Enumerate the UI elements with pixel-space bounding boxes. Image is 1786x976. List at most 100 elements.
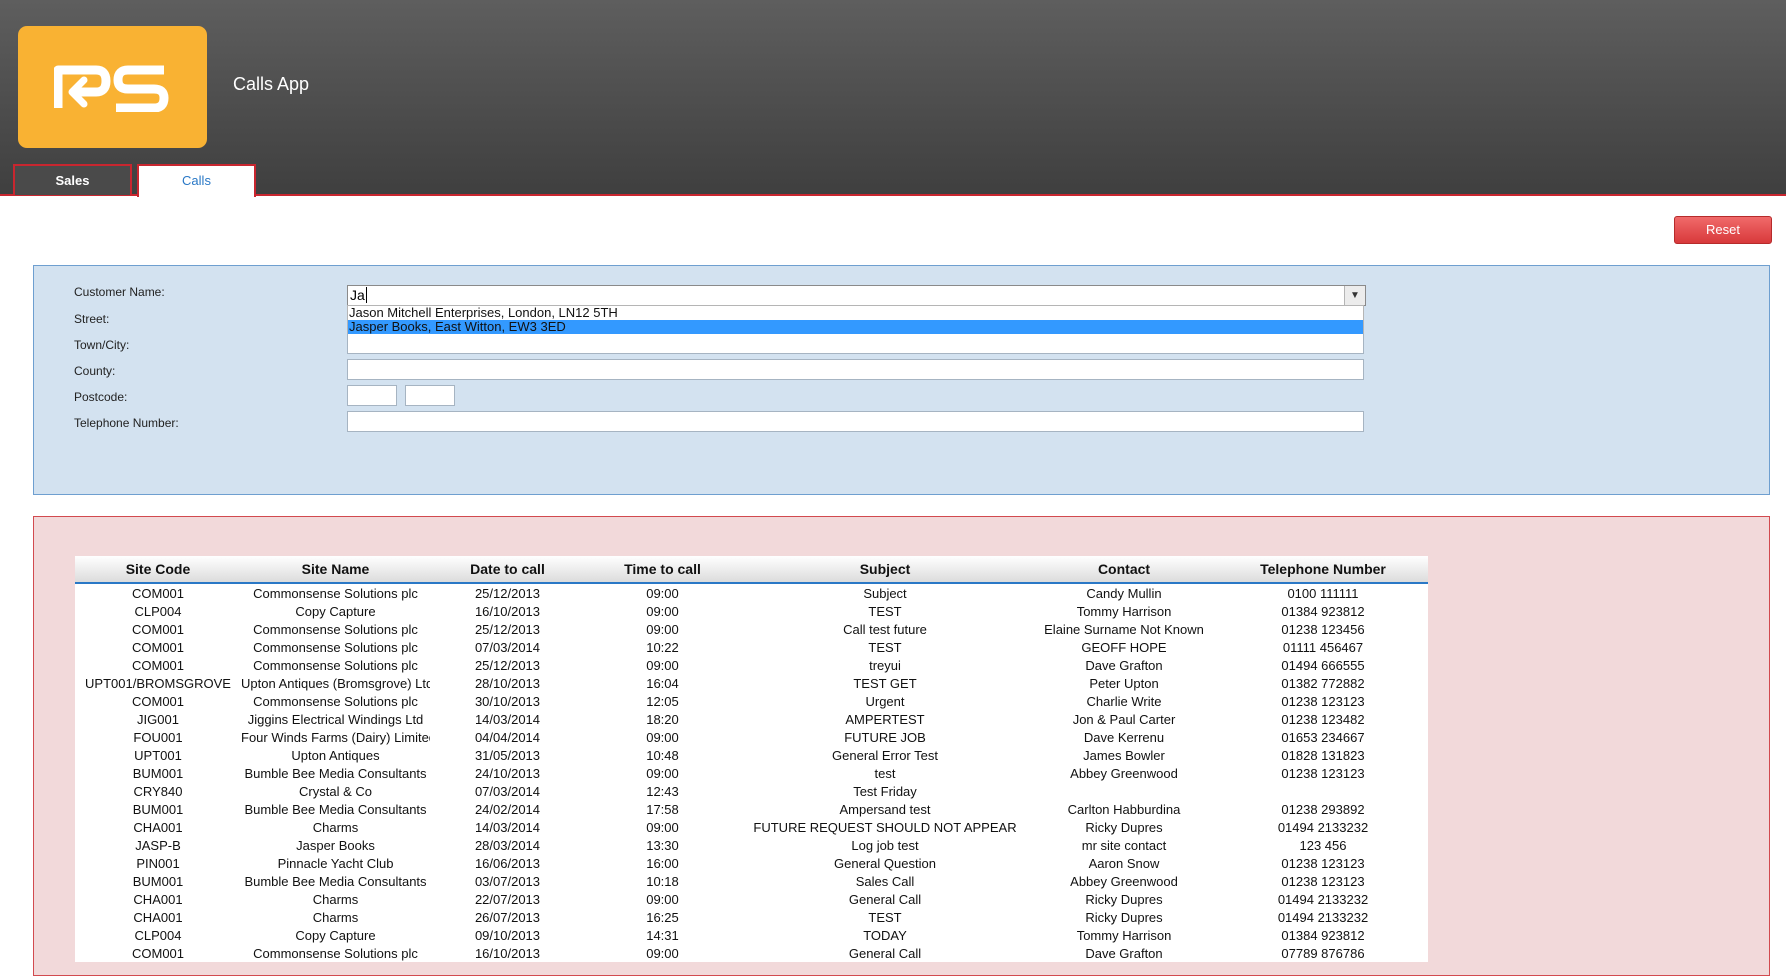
cell-subject: Log job test: [851, 837, 919, 853]
cell-date-to-call: 14/03/2014: [474, 711, 541, 727]
ps-logo: [18, 26, 207, 148]
cell-site-code: BUM001: [132, 765, 184, 781]
cell-time-to-call: 16:00: [646, 855, 679, 871]
cell-site-code: UPT001/BROMSGROVE: [85, 675, 231, 691]
county-input[interactable]: [347, 359, 1364, 380]
cell-site-code: JASP-B: [135, 837, 181, 853]
cell-site-code: CLP004: [134, 927, 182, 943]
cell-time-to-call: 10:48: [646, 747, 679, 763]
table-row[interactable]: CHA001 Charms 22/07/2013 09:00 General Call R…: [75, 890, 1428, 908]
cell-contact: GEOFF HOPE: [1081, 639, 1167, 655]
postcode-part1-input[interactable]: [347, 385, 397, 406]
dropdown-arrow-icon[interactable]: ▼: [1344, 286, 1365, 305]
tab-calls[interactable]: Calls: [137, 164, 256, 197]
table-row[interactable]: BUM001 Bumble Bee Media Consultants 03/07/…: [75, 872, 1428, 890]
cell-contact: James Bowler: [1083, 747, 1165, 763]
customer-name-value: Ja: [350, 287, 365, 303]
cell-site-code: CHA001: [133, 819, 183, 835]
dropdown-option-selected[interactable]: Jasper Books, East Witton, EW3 3ED: [348, 320, 1363, 334]
table-row[interactable]: COM001 Commonsense Solutions plc 25/12/201…: [75, 620, 1428, 638]
cell-contact: Charlie Write: [1086, 693, 1162, 709]
cell-time-to-call: 18:20: [646, 711, 679, 727]
reset-button[interactable]: Reset: [1674, 216, 1772, 244]
cell-telephone-number: 01384 923812: [1281, 603, 1365, 619]
column-header-telephone-number[interactable]: Telephone Number: [1218, 556, 1428, 584]
table-row[interactable]: COM001 Commonsense Solutions plc 16/10/201…: [75, 944, 1428, 962]
table-row[interactable]: FOU001 Four Winds Farms (Dairy) Limited 04…: [75, 728, 1428, 746]
cell-time-to-call: 12:43: [646, 783, 679, 799]
telephone-number-input[interactable]: [347, 411, 1364, 432]
cell-time-to-call: 10:22: [646, 639, 679, 655]
column-header-site-name[interactable]: Site Name: [241, 556, 430, 584]
cell-subject: General Call: [848, 945, 922, 961]
cell-subject: FUTURE REQUEST SHOULD NOT APPEAR: [753, 819, 1017, 835]
customer-suggestions-dropdown: Jason Mitchell Enterprises, London, LN12…: [347, 305, 1364, 334]
table-row[interactable]: COM001 Commonsense Solutions plc 25/12/201…: [75, 583, 1428, 602]
cell-subject: General Error Test: [832, 747, 938, 763]
cell-time-to-call: 12:05: [646, 693, 679, 709]
cell-contact: Dave Kerrenu: [1083, 729, 1165, 745]
table-row[interactable]: CLP004 Copy Capture 09/10/2013 14:31 TODAY To…: [75, 926, 1428, 944]
table-row[interactable]: COM001 Commonsense Solutions plc 30/10/201…: [75, 692, 1428, 710]
table-row[interactable]: CLP004 Copy Capture 16/10/2013 09:00 TEST Tom…: [75, 602, 1428, 620]
table-row[interactable]: JASP-B Jasper Books 28/03/2014 13:30 Log job…: [75, 836, 1428, 854]
town-city-input[interactable]: [347, 333, 1364, 354]
table-row[interactable]: COM001 Commonsense Solutions plc 07/03/201…: [75, 638, 1428, 656]
cell-telephone-number: 01238 123482: [1281, 711, 1365, 727]
table-row[interactable]: PIN001 Pinnacle Yacht Club 16/06/2013 16:00…: [75, 854, 1428, 872]
cell-date-to-call: 16/10/2013: [474, 603, 541, 619]
cell-time-to-call: 09:00: [646, 729, 679, 745]
table-row[interactable]: JIG001 Jiggins Electrical Windings Ltd 14/…: [75, 710, 1428, 728]
table-row[interactable]: UPT001/BROMSGROVE Upton Antiques (Bromsgr…: [75, 674, 1428, 692]
cell-contact: Tommy Harrison: [1076, 927, 1172, 943]
cell-site-code: FOU001: [133, 729, 183, 745]
table-row[interactable]: CRY840 Crystal & Co 07/03/2014 12:43 Test Fr…: [75, 782, 1428, 800]
street-label: Street:: [74, 312, 110, 326]
app-header: Calls App Sales Calls: [0, 0, 1786, 197]
cell-site-name: Jasper Books: [296, 837, 375, 853]
column-header-site-code[interactable]: Site Code: [75, 556, 241, 584]
cell-date-to-call: 09/10/2013: [474, 927, 541, 943]
table-row[interactable]: UPT001 Upton Antiques 31/05/2013 10:48 Gener…: [75, 746, 1428, 764]
cell-date-to-call: 04/04/2014: [474, 729, 541, 745]
cell-date-to-call: 26/07/2013: [474, 909, 541, 925]
cell-subject: General Question: [834, 855, 936, 871]
cell-telephone-number: [1218, 782, 1428, 800]
cell-date-to-call: 07/03/2014: [474, 783, 541, 799]
cell-site-name: Jiggins Electrical Windings Ltd: [247, 711, 424, 727]
cell-site-code: CLP004: [134, 603, 182, 619]
table-row[interactable]: BUM001 Bumble Bee Media Consultants 24/10/…: [75, 764, 1428, 782]
cell-subject: TEST: [868, 909, 902, 925]
cell-time-to-call: 16:25: [646, 909, 679, 925]
table-row[interactable]: CHA001 Charms 26/07/2013 16:25 TEST Ricky Dup…: [75, 908, 1428, 926]
column-header-contact[interactable]: Contact: [1030, 556, 1218, 584]
cell-date-to-call: 28/03/2014: [474, 837, 541, 853]
cell-site-code: COM001: [131, 693, 185, 709]
cell-site-code: COM001: [131, 657, 185, 673]
column-header-date-to-call[interactable]: Date to call: [430, 556, 585, 584]
cell-telephone-number: 01238 123123: [1281, 693, 1365, 709]
town-city-label: Town/City:: [74, 338, 130, 352]
tab-sales[interactable]: Sales: [13, 164, 132, 195]
cell-contact: Abbey Greenwood: [1070, 765, 1178, 781]
table-row[interactable]: COM001 Commonsense Solutions plc 25/12/201…: [75, 656, 1428, 674]
cell-date-to-call: 25/12/2013: [474, 621, 541, 637]
cell-site-name: Bumble Bee Media Consultants: [244, 873, 427, 889]
postcode-part2-input[interactable]: [405, 385, 455, 406]
column-header-time-to-call[interactable]: Time to call: [585, 556, 740, 584]
cell-site-name: Crystal & Co: [299, 783, 372, 799]
cell-date-to-call: 25/12/2013: [474, 585, 541, 601]
table-header-row: Site Code Site Name Date to call Time to…: [75, 556, 1428, 584]
cell-site-name: Commonsense Solutions plc: [253, 693, 418, 709]
calls-table-body: COM001 Commonsense Solutions plc 25/12/201…: [75, 583, 1428, 962]
cell-telephone-number: 01828 131823: [1281, 747, 1365, 763]
dropdown-option[interactable]: Jason Mitchell Enterprises, London, LN12…: [348, 306, 1363, 320]
column-header-subject[interactable]: Subject: [740, 556, 1030, 584]
cell-date-to-call: 14/03/2014: [474, 819, 541, 835]
cell-site-name: Copy Capture: [295, 927, 376, 943]
table-row[interactable]: CHA001 Charms 14/03/2014 09:00 FUTURE REQUES…: [75, 818, 1428, 836]
cell-subject: Test Friday: [853, 783, 917, 799]
table-row[interactable]: BUM001 Bumble Bee Media Consultants 24/02/…: [75, 800, 1428, 818]
customer-name-combobox[interactable]: Ja ▼: [347, 285, 1366, 306]
cell-site-name: Upton Antiques: [291, 747, 380, 763]
